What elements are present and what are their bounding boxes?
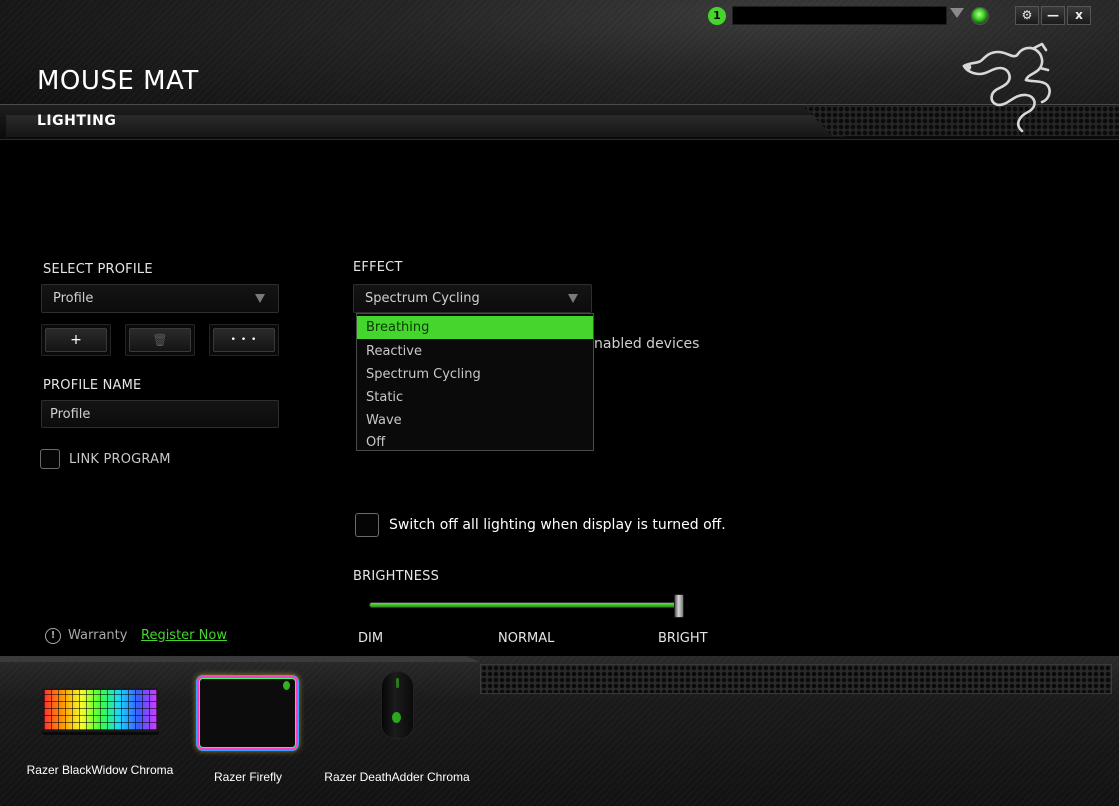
chevron-down-icon[interactable] bbox=[950, 8, 964, 18]
display-off-checkbox[interactable] bbox=[355, 513, 379, 537]
brightness-tick-bright: BRIGHT bbox=[658, 631, 708, 646]
delete-profile-button[interactable]: 🗑 bbox=[125, 324, 195, 356]
mouse-wheel bbox=[396, 678, 399, 688]
info-icon: ! bbox=[45, 628, 61, 644]
device-name-blackwidow[interactable]: Razer BlackWidow Chroma bbox=[20, 763, 180, 778]
partially-hidden-option-text: nabled devices bbox=[594, 336, 700, 352]
warranty-label: Warranty bbox=[68, 628, 128, 643]
mousemat-icon[interactable] bbox=[199, 678, 296, 748]
effect-option-spectrum-cycling[interactable]: Spectrum Cycling bbox=[357, 363, 593, 386]
chevron-down-icon bbox=[568, 294, 578, 303]
effect-option-static[interactable]: Static bbox=[357, 386, 593, 409]
effect-option-breathing[interactable]: Breathing bbox=[357, 316, 593, 339]
page-title: MOUSE MAT bbox=[37, 66, 199, 96]
device-name-deathadder[interactable]: Razer DeathAdder Chroma bbox=[317, 770, 477, 785]
select-profile-label: SELECT PROFILE bbox=[43, 262, 153, 277]
link-program-checkbox[interactable] bbox=[40, 449, 60, 469]
minimize-button[interactable]: — bbox=[1041, 6, 1065, 25]
razer-logo-icon bbox=[962, 42, 1051, 133]
effect-dropdown-list: Breathing Reactive Spectrum Cycling Stat… bbox=[356, 313, 594, 451]
brightness-slider-track[interactable] bbox=[369, 602, 681, 608]
razer-synapse-window: MOUSE MAT LIGHTING 1 ⚙ — x SELECT PROFIL… bbox=[0, 0, 1119, 806]
effect-option-wave[interactable]: Wave bbox=[357, 409, 593, 432]
trash-icon: 🗑 bbox=[129, 328, 191, 352]
effect-select[interactable]: Spectrum Cycling bbox=[353, 284, 592, 313]
close-button[interactable]: x bbox=[1067, 6, 1091, 25]
hex-pattern-decoration bbox=[480, 664, 1112, 694]
keyboard-icon[interactable] bbox=[42, 688, 159, 732]
more-options-button[interactable]: • • • bbox=[209, 324, 279, 356]
display-off-label: Switch off all lighting when display is … bbox=[389, 517, 726, 533]
register-now-link[interactable]: Register Now bbox=[141, 628, 227, 643]
brightness-slider-handle[interactable] bbox=[674, 594, 684, 618]
settings-button[interactable]: ⚙ bbox=[1015, 6, 1039, 25]
ellipsis-icon: • • • bbox=[213, 328, 275, 352]
hex-pattern-decoration bbox=[803, 106, 1119, 136]
account-field[interactable] bbox=[732, 6, 947, 25]
profile-name-value: Profile bbox=[50, 407, 91, 422]
profile-name-input[interactable]: Profile bbox=[41, 400, 279, 428]
notification-badge[interactable]: 1 bbox=[708, 7, 726, 25]
brightness-slider-fill bbox=[370, 603, 680, 607]
add-profile-button[interactable]: + bbox=[41, 324, 111, 356]
online-status-icon[interactable] bbox=[971, 7, 989, 25]
razer-logo-icon bbox=[392, 712, 401, 723]
plus-icon: + bbox=[45, 328, 107, 352]
effect-option-off[interactable]: Off bbox=[357, 431, 593, 450]
chevron-down-icon bbox=[255, 294, 265, 303]
brightness-label: BRIGHTNESS bbox=[353, 569, 440, 584]
device-bar-edge bbox=[0, 656, 480, 662]
effect-label: EFFECT bbox=[353, 260, 403, 275]
effect-option-reactive[interactable]: Reactive bbox=[357, 340, 593, 363]
razer-logo-icon bbox=[283, 681, 290, 690]
device-name-firefly[interactable]: Razer Firefly bbox=[168, 770, 328, 785]
profile-select[interactable]: Profile bbox=[41, 284, 279, 313]
effect-select-value: Spectrum Cycling bbox=[365, 291, 480, 306]
link-program-label: LINK PROGRAM bbox=[69, 452, 171, 467]
profile-name-label: PROFILE NAME bbox=[43, 378, 142, 393]
brightness-tick-dim: DIM bbox=[358, 631, 384, 646]
brightness-tick-normal: NORMAL bbox=[498, 631, 555, 646]
profile-select-value: Profile bbox=[53, 291, 94, 306]
tab-lighting[interactable]: LIGHTING bbox=[37, 113, 116, 129]
